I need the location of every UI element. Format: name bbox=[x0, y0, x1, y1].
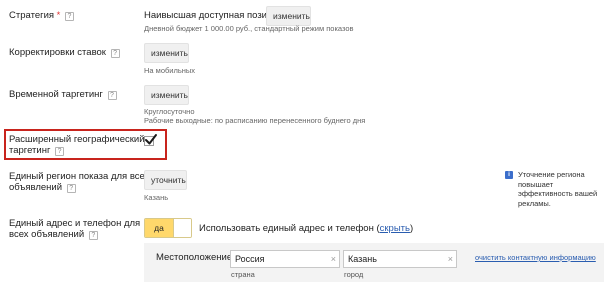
geo-targeting-label: Расширенный географический таргетинг ? bbox=[9, 134, 159, 156]
single-address-label-line1: Единый адрес и телефон для bbox=[9, 218, 141, 229]
strategy-details: Дневной бюджет 1 000.00 руб., стандартны… bbox=[144, 24, 354, 33]
help-icon[interactable]: ? bbox=[65, 12, 74, 21]
checkmark-icon bbox=[145, 134, 157, 145]
region-value: Казань bbox=[144, 193, 169, 202]
bid-adjustments-label: Корректировки ставок ? bbox=[9, 47, 120, 59]
time-targeting-label-text: Временной таргетинг bbox=[9, 89, 103, 100]
country-caption: страна bbox=[231, 270, 255, 279]
city-value: Казань bbox=[348, 254, 377, 264]
help-icon[interactable]: ? bbox=[55, 147, 65, 156]
city-caption: город bbox=[344, 270, 364, 279]
help-icon[interactable]: ? bbox=[88, 231, 98, 240]
location-label: Местоположение * bbox=[156, 252, 238, 264]
bid-adjustments-label-text: Корректировки ставок bbox=[9, 47, 106, 58]
use-address-text: Использовать единый адрес и телефон (скр… bbox=[199, 223, 413, 235]
toggle-on-label: да bbox=[145, 219, 173, 237]
location-label-text: Местоположение bbox=[156, 252, 233, 263]
single-address-toggle[interactable]: да bbox=[144, 218, 192, 238]
single-region-label: Единый регион показа для всех объявлений… bbox=[9, 171, 149, 193]
country-field[interactable]: Россия × bbox=[230, 250, 340, 268]
strategy-value: Наивысшая доступная позиция bbox=[144, 10, 283, 21]
time-targeting-details-line2: Рабочие выходные: по расписанию перенесе… bbox=[144, 116, 366, 125]
help-icon[interactable]: ? bbox=[110, 49, 120, 58]
single-region-label-line1: Единый регион показа для всех bbox=[9, 171, 150, 182]
clear-icon[interactable]: × bbox=[448, 251, 453, 267]
toggle-off-knob bbox=[173, 219, 191, 237]
strategy-label-text: Стратегия bbox=[9, 10, 55, 21]
required-mark: * bbox=[56, 10, 61, 21]
strategy-change-button[interactable]: изменить bbox=[266, 6, 311, 26]
time-targeting-label: Временной таргетинг ? bbox=[9, 89, 117, 101]
use-address-label: Использовать единый адрес и телефон ( bbox=[199, 223, 380, 234]
strategy-label: Стратегия * ? bbox=[9, 10, 74, 22]
bid-adjustments-details: На мобильных bbox=[144, 66, 196, 75]
city-field[interactable]: Казань × bbox=[343, 250, 457, 268]
refine-region-button[interactable]: уточнить bbox=[144, 170, 187, 190]
single-address-label-line2: всех объявлений bbox=[9, 229, 85, 240]
single-address-label: Единый адрес и телефон для всех объявлен… bbox=[9, 218, 140, 240]
clear-icon[interactable]: × bbox=[331, 251, 336, 267]
use-address-label-end: ) bbox=[409, 223, 414, 234]
single-region-label-line2: объявлений bbox=[9, 182, 63, 193]
geo-targeting-checkbox[interactable] bbox=[144, 134, 157, 146]
geo-targeting-label-line2: таргетинг bbox=[9, 145, 51, 156]
geo-targeting-label-line1: Расширенный географический bbox=[9, 134, 145, 145]
bid-adjustments-change-button[interactable]: изменить bbox=[144, 43, 189, 63]
help-icon[interactable]: ? bbox=[66, 184, 76, 193]
time-targeting-change-button[interactable]: изменить bbox=[144, 85, 189, 105]
hide-link[interactable]: скрыть bbox=[380, 223, 410, 234]
clear-contact-link[interactable]: очистить контактную информацию bbox=[475, 253, 596, 263]
info-icon: i bbox=[505, 171, 513, 179]
region-hint: Уточнение региона повышает эффективность… bbox=[518, 170, 598, 208]
country-value: Россия bbox=[235, 254, 265, 264]
help-icon[interactable]: ? bbox=[107, 91, 117, 100]
